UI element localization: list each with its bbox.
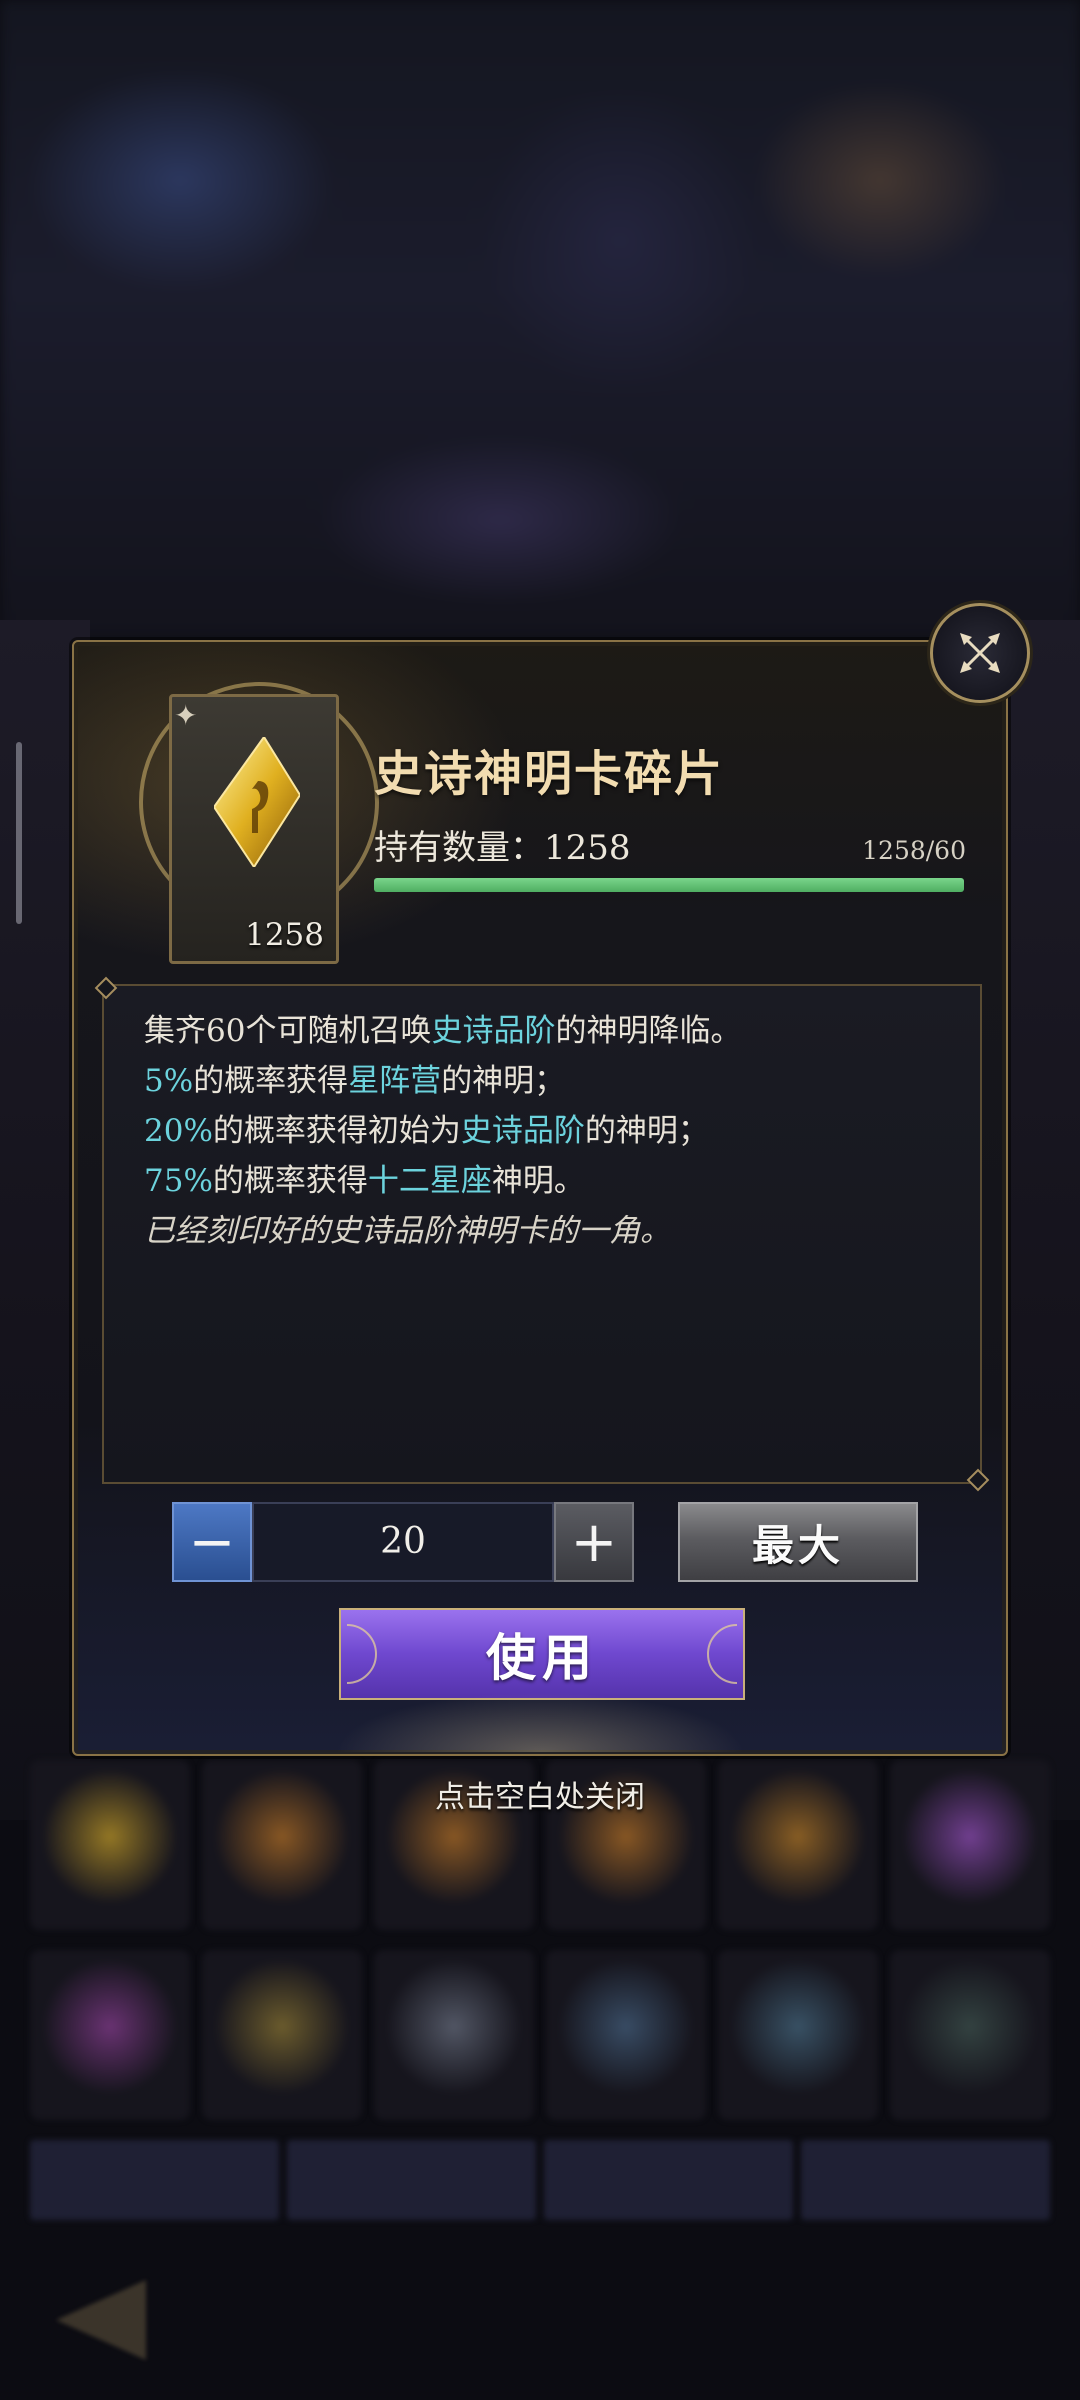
bottom-tab[interactable] [287,2140,536,2220]
inventory-tile[interactable] [30,1950,190,2120]
back-arrow-icon[interactable] [56,2280,146,2360]
close-button[interactable] [930,603,1030,703]
epic-card-fragment-icon [214,737,300,867]
bottom-tab[interactable] [30,2140,279,2220]
description-line: 75%的概率获得十二星座神明。 [144,1163,585,1199]
bottom-tab[interactable] [544,2140,793,2220]
item-detail-dialog: ✦ 1258 史诗神明卡碎片 持有数量：1258 1258/60 集齐60个可随… [72,640,1008,1756]
item-count: 1258 [245,917,324,953]
scrollbar[interactable] [16,742,22,924]
owned-quantity: 持有数量：1258 [374,828,631,868]
ornament-right-icon [707,1624,737,1684]
progress-fill [374,878,964,892]
description-line: 5%的概率获得星阵营的神明； [144,1063,566,1099]
quantity-input[interactable]: 20 [252,1502,554,1582]
item-title: 史诗神明卡碎片 [374,746,725,802]
background-scene [0,0,1080,640]
inventory-tile[interactable] [546,1950,706,2120]
inventory-tile[interactable] [374,1950,534,2120]
progress-text: 1258/60 [862,836,966,865]
close-hint[interactable]: 点击空白处关闭 [0,1772,1080,1816]
inventory-tile[interactable] [890,1950,1050,2120]
ornament-left-icon [347,1624,377,1684]
max-button[interactable]: 最大 [678,1502,918,1582]
description-line: 集齐60个可随机召唤史诗品阶的神明降临。 [144,1013,742,1049]
bottom-tab[interactable] [801,2140,1050,2220]
flavor-text: 已经刻印好的史诗品阶神明卡的一角。 [144,1213,671,1249]
description-box: 集齐60个可随机召唤史诗品阶的神明降临。 5%的概率获得星阵营的神明； 20%的… [102,984,982,1484]
quantity-stepper: − 20 + [172,1502,634,1582]
use-button-label: 使用 [486,1629,598,1687]
bottom-tab-bar [30,2140,1050,2220]
decrease-button[interactable]: − [172,1502,252,1582]
description-text: 集齐60个可随机召唤史诗品阶的神明降临。 5%的概率获得星阵营的神明； 20%的… [144,1006,964,1256]
use-button[interactable]: 使用 [339,1608,745,1700]
progress-bar [374,878,964,892]
card-corner-icon: ✦ [174,699,198,732]
increase-button[interactable]: + [554,1502,634,1582]
description-line: 20%的概率获得初始为史诗品阶的神明； [144,1113,709,1149]
item-card: ✦ 1258 [169,694,339,964]
inventory-tile[interactable] [718,1950,878,2120]
inventory-tile[interactable] [202,1950,362,2120]
close-compass-icon [960,633,1000,673]
inventory-row [30,1950,1050,2120]
